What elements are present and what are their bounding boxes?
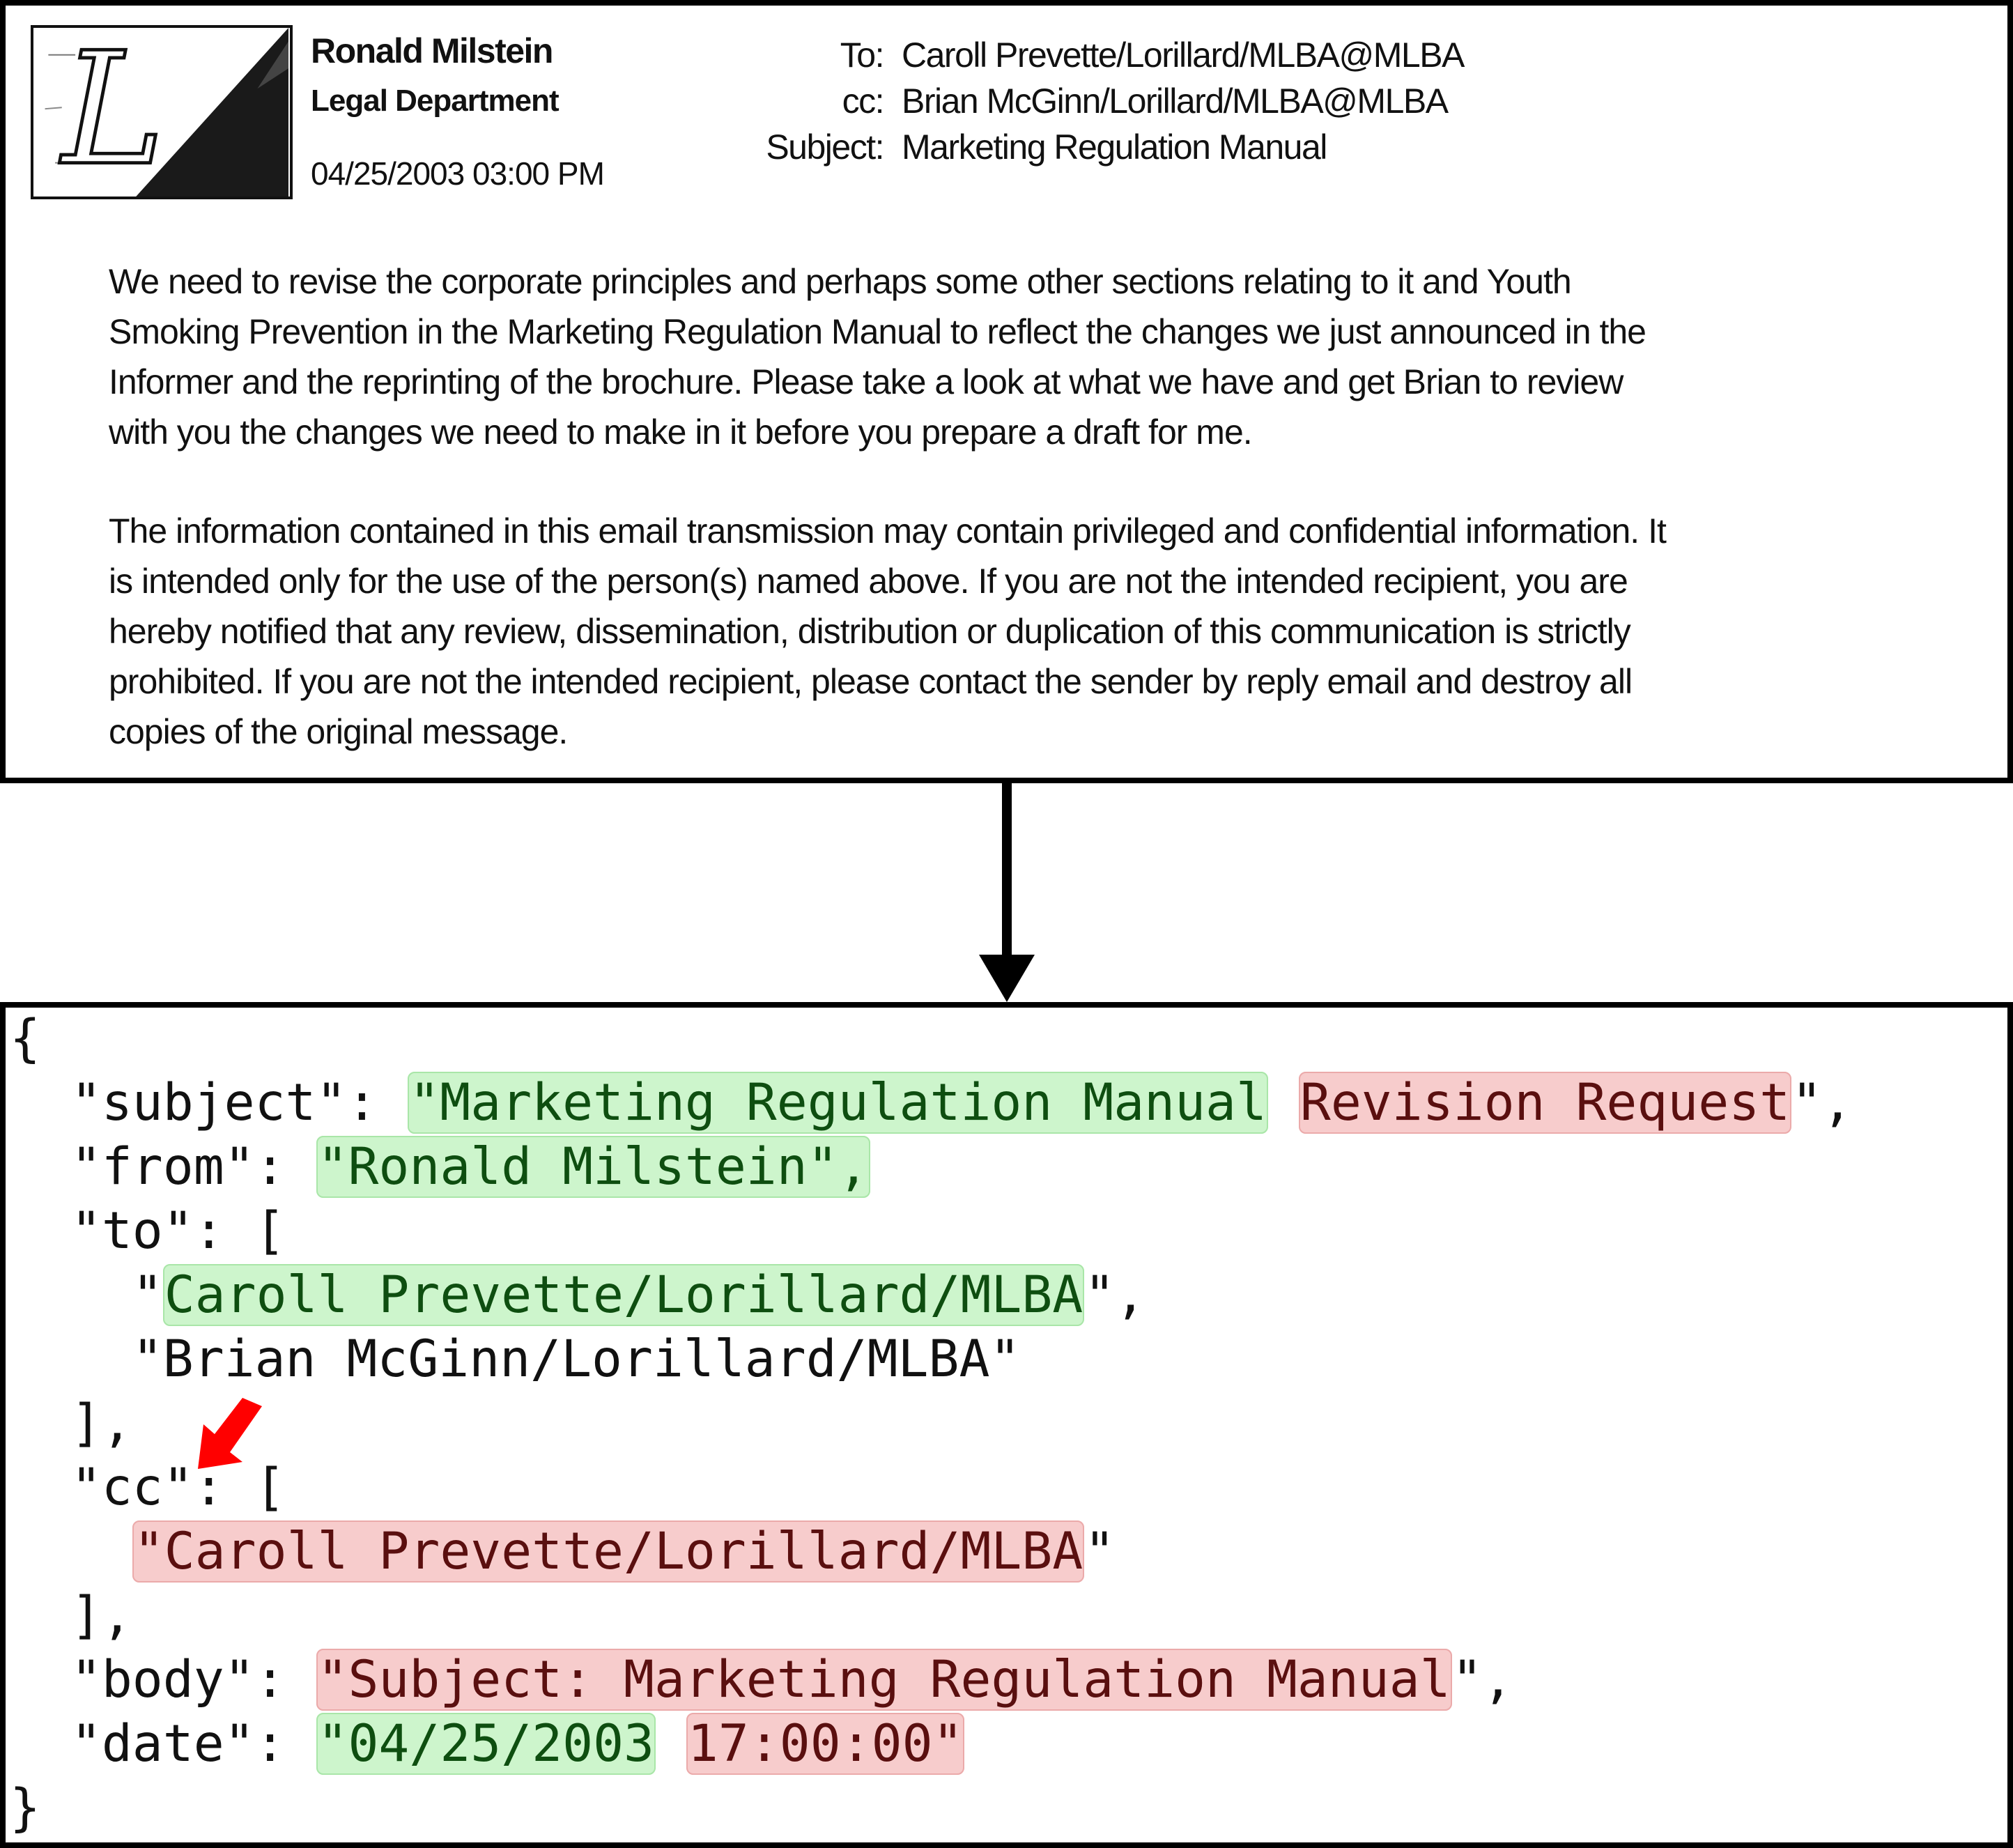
json-output-panel: { "subject": "Marketing Regulation Manua…: [0, 1002, 2013, 1848]
email-panel: L Ronald Milstein Legal Department 04/25…: [0, 0, 2013, 783]
subject-key: "subject":: [70, 1073, 408, 1132]
cc-value: Brian McGinn/Lorillard/MLBA@MLBA: [902, 82, 1449, 121]
to-label: To:: [840, 36, 885, 75]
confidentiality-notice: The information contained in this email …: [109, 506, 1997, 757]
cc-label: cc:: [842, 82, 885, 121]
json-subject-line: "subject": "Marketing Regulation Manual …: [70, 1072, 1853, 1134]
json-to-close: ],: [70, 1394, 132, 1453]
body-line: We need to revise the corporate principl…: [109, 262, 1572, 301]
to-item-2-value: "Brian McGinn/Lorillard/MLBA": [132, 1330, 1021, 1389]
json-date-line: "date": "04/25/2003 17:00:00": [10, 1713, 965, 1776]
sender-department: Legal Department: [311, 84, 560, 118]
body-line: with you the changes we need to make in …: [109, 413, 1253, 452]
subject-value: Marketing Regulation Manual: [902, 128, 1327, 167]
json-open-brace: {: [10, 1009, 40, 1068]
date-correct-span: "04/25/2003: [316, 1713, 656, 1775]
notice-line: is intended only for the use of the pers…: [109, 562, 1628, 601]
notice-line: copies of the original message.: [109, 712, 568, 751]
notice-line: hereby notified that any review, dissemi…: [109, 612, 1631, 651]
json-to-item-1: "Caroll Prevette/Lorillard/MLBA",: [132, 1264, 1146, 1326]
json-cc-item: "Caroll Prevette/Lorillard/MLBA": [132, 1520, 1116, 1583]
subject-correct-span: "Marketing Regulation Manual: [408, 1072, 1268, 1134]
company-logo: L: [31, 25, 293, 199]
body-wrong-span: "Subject: Marketing Regulation Manual: [316, 1649, 1452, 1711]
pointer-arrow-icon: [198, 1398, 262, 1469]
json-close-brace: }: [10, 1778, 40, 1838]
to-key: "to": [: [70, 1201, 286, 1261]
json-from-line: "from": "Ronald Milstein",: [10, 1136, 870, 1199]
to-value: Caroll Prevette/Lorillard/MLBA@MLBA: [902, 36, 1465, 75]
body-line: Smoking Prevention in the Marketing Regu…: [109, 312, 1646, 351]
subject-label: Subject:: [766, 128, 884, 167]
json-to-item-2: "Brian McGinn/Lorillard/MLBA": [10, 1328, 1021, 1391]
body-line: Informer and the reprinting of the broch…: [109, 362, 1623, 401]
json-cc-close: ],: [70, 1586, 132, 1645]
email-body-paragraph: We need to revise the corporate principl…: [109, 256, 1997, 457]
json-to-line: "to": [: [10, 1200, 286, 1263]
notice-line: The information contained in this email …: [109, 511, 1667, 550]
to-item-1-correct-span: Caroll Prevette/Lorillard/MLBA: [162, 1264, 1085, 1326]
date-wrong-span: 17:00:00": [686, 1713, 965, 1775]
date-key: "date":: [70, 1714, 316, 1773]
sender-name: Ronald Milstein: [311, 31, 553, 70]
sender-datetime: 04/25/2003 03:00 PM: [311, 155, 605, 192]
notice-line: prohibited. If you are not the intended …: [109, 662, 1633, 701]
from-key: "from":: [70, 1137, 316, 1196]
json-body-line: "body": "Subject: Marketing Regulation M…: [70, 1649, 1513, 1711]
flow-arrow-icon: [979, 780, 1035, 1002]
cc-item-wrong-span: "Caroll Prevette/Lorillard/MLBA: [132, 1520, 1085, 1583]
body-key: "body":: [70, 1650, 316, 1709]
logo-graphic: L: [45, 28, 288, 197]
subject-wrong-span: Revision Request: [1298, 1072, 1792, 1134]
from-correct-span: "Ronald Milstein",: [316, 1136, 870, 1198]
logo-letter: L: [59, 28, 165, 197]
